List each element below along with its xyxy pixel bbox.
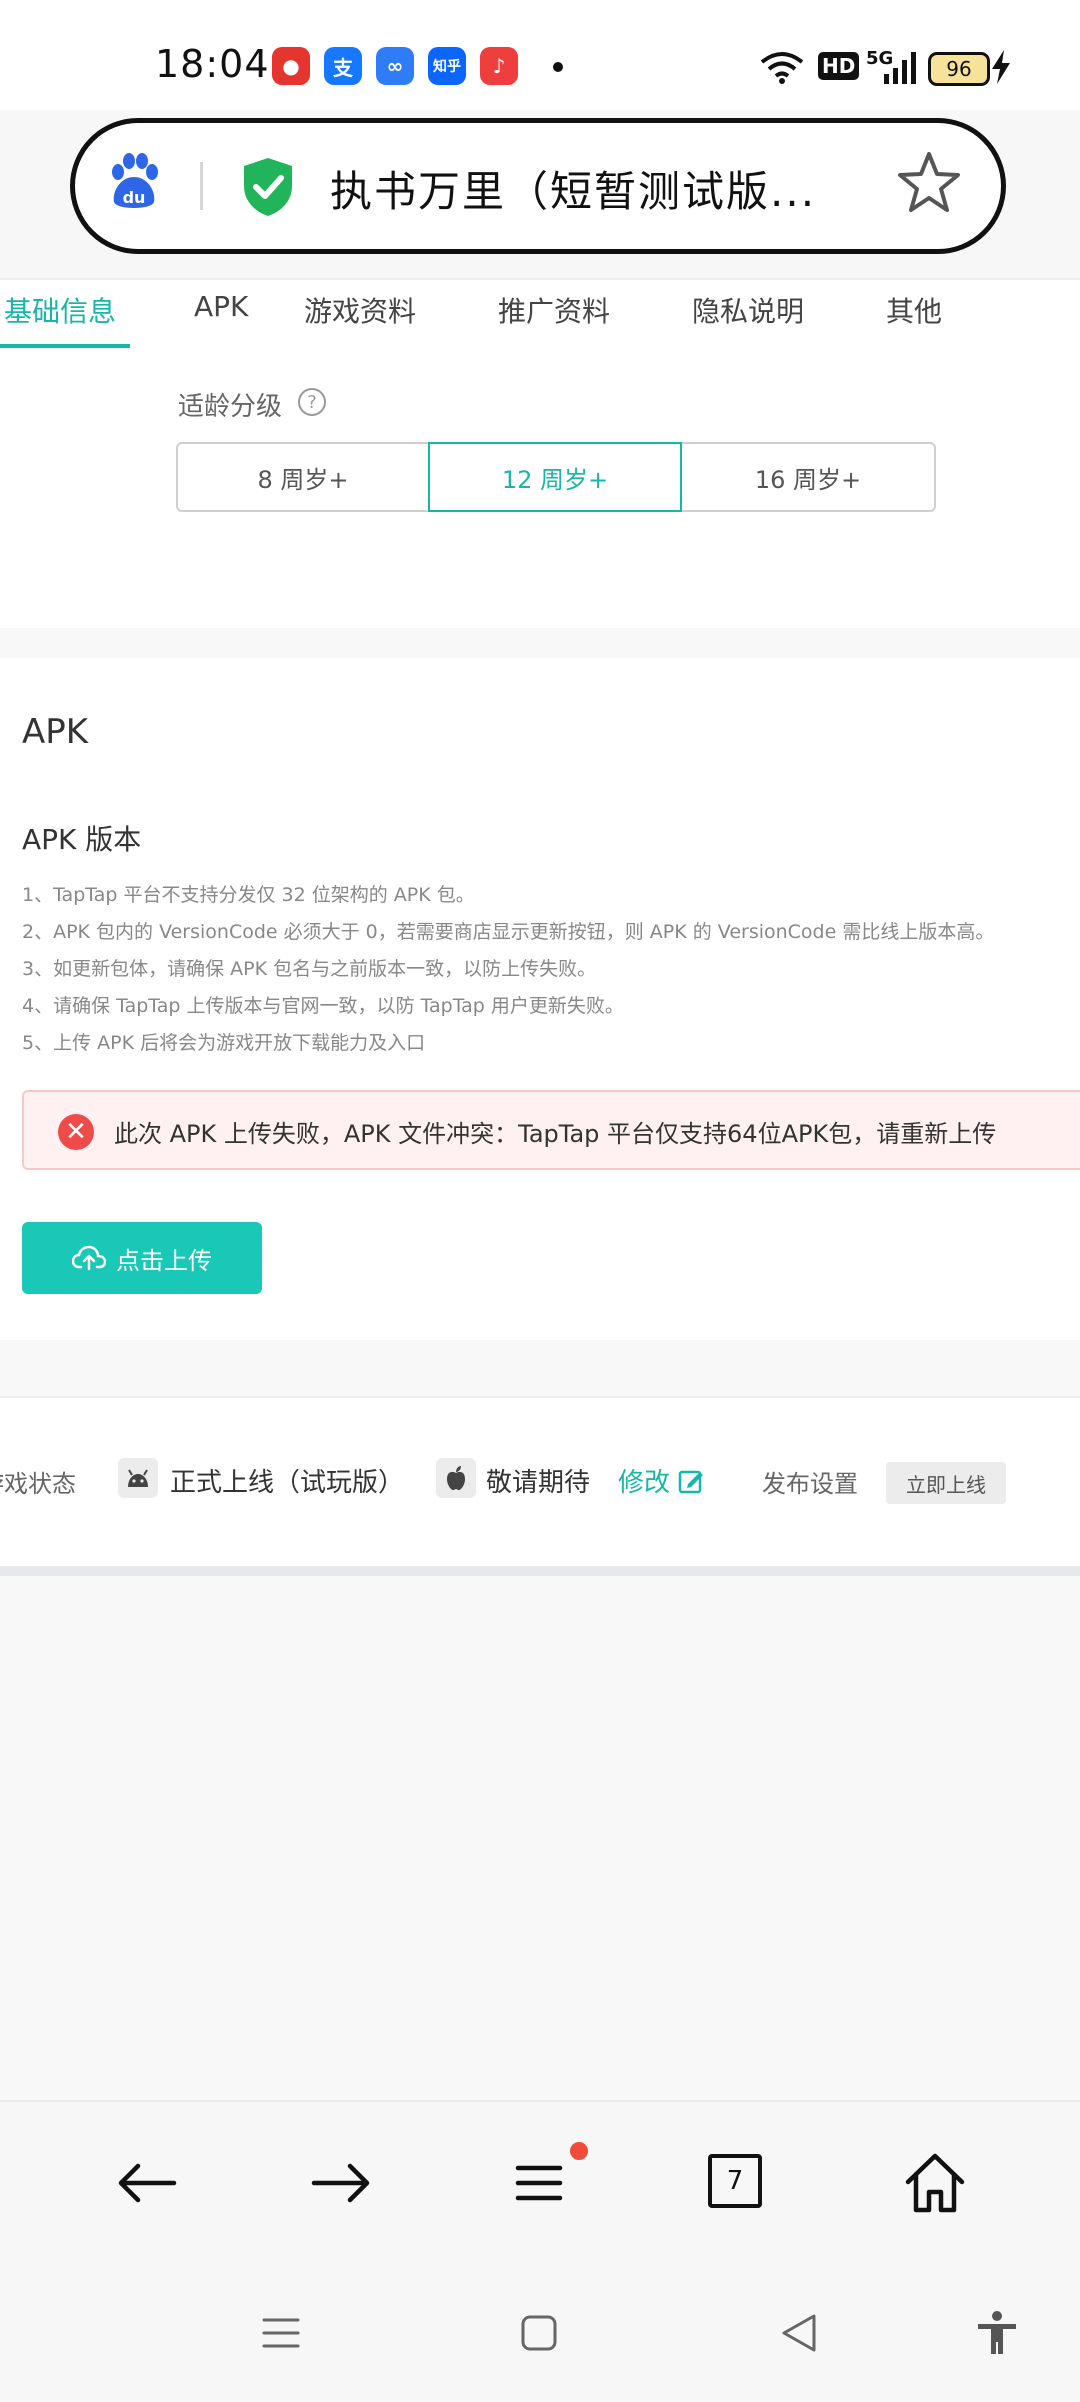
age-option-8[interactable]: 8 周岁+: [176, 442, 430, 512]
age-rating-label: 适龄分级: [178, 392, 283, 422]
upload-error-message: 此次 APK 上传失败，APK 文件冲突：TapTap 平台仅支持64位APK包…: [114, 1120, 997, 1148]
baidu-logo-icon[interactable]: du: [104, 152, 164, 212]
tab-game-materials[interactable]: 游戏资料: [304, 290, 416, 330]
tab-count-button[interactable]: 7: [708, 2154, 762, 2208]
publish-now-button[interactable]: 立即上线: [886, 1462, 1006, 1504]
apk-version-title: APK 版本: [22, 823, 142, 856]
accessibility-icon[interactable]: [974, 2310, 1020, 2356]
publish-settings-label: 发布设置: [762, 1470, 858, 1498]
tab-basic-info[interactable]: 基础信息: [4, 290, 116, 330]
wifi-icon: [760, 52, 804, 84]
svg-text:du: du: [123, 188, 146, 207]
edit-icon: [678, 1470, 704, 1493]
status-time: 18:04: [155, 42, 270, 86]
error-icon: ✕: [58, 1114, 94, 1150]
address-divider: [200, 162, 203, 210]
tab-privacy[interactable]: 隐私说明: [692, 290, 804, 330]
tab-promo-materials[interactable]: 推广资料: [498, 290, 610, 330]
help-icon[interactable]: ?: [298, 388, 326, 416]
infinity-app-icon: ∞: [376, 47, 414, 85]
cloud-upload-icon: [72, 1245, 106, 1271]
ios-status-value: 敬请期待: [486, 1468, 591, 1498]
age-option-12[interactable]: 12 周岁+: [428, 442, 682, 512]
game-status-label: 游戏状态: [0, 1470, 76, 1498]
android-status-value: 正式上线（试玩版）: [170, 1468, 405, 1498]
section-separator: [0, 1566, 1080, 1576]
tab-apk[interactable]: APK: [194, 290, 248, 323]
edit-status-link[interactable]: 修改: [618, 1462, 704, 1499]
system-back-icon[interactable]: [776, 2310, 822, 2356]
forward-arrow-icon[interactable]: [306, 2148, 376, 2218]
upload-button-label: 点击上传: [116, 1246, 212, 1275]
apk-note-4: 4、请确保 TapTap 上传版本与官网一致，以防 TapTap 用户更新失败。: [22, 995, 624, 1017]
red-mascot-icon: ●: [272, 47, 310, 85]
upload-button[interactable]: 点击上传: [22, 1222, 262, 1294]
system-home-icon[interactable]: [516, 2310, 562, 2356]
security-shield-icon: [244, 158, 292, 216]
signal-icon: [884, 52, 916, 84]
apk-note-5: 5、上传 APK 后将会为游戏开放下载能力及入口: [22, 1032, 426, 1054]
page-title[interactable]: 执书万里（短暂测试版...: [330, 158, 816, 219]
charging-icon: [992, 50, 1010, 84]
active-tab-indicator: [0, 344, 130, 348]
alipay-icon: 支: [324, 47, 362, 85]
apple-icon: [436, 1458, 476, 1498]
apk-section-title: APK: [22, 712, 89, 752]
notification-dot: [553, 62, 563, 72]
tab-other[interactable]: 其他: [886, 290, 942, 330]
music-icon: ♪: [480, 47, 518, 85]
android-icon: [118, 1458, 158, 1498]
home-icon[interactable]: [900, 2148, 970, 2218]
age-option-16[interactable]: 16 周岁+: [680, 442, 936, 512]
menu-icon[interactable]: [504, 2148, 574, 2218]
back-arrow-icon[interactable]: [112, 2148, 182, 2218]
bookmark-star-icon[interactable]: [896, 150, 962, 216]
hd-icon: HD: [818, 52, 860, 80]
browser-bottom-bar: [0, 2100, 1080, 2402]
apk-note-3: 3、如更新包体，请确保 APK 包名与之前版本一致，以防上传失败。: [22, 958, 597, 980]
menu-notification-badge: [570, 2142, 588, 2160]
apk-note-1: 1、TapTap 平台不支持分发仅 32 位架构的 APK 包。: [22, 884, 475, 906]
edit-label: 修改: [618, 1468, 671, 1498]
battery-icon: 96: [928, 52, 990, 86]
apk-note-2: 2、APK 包内的 VersionCode 必须大于 0，若需要商店显示更新按钮…: [22, 921, 995, 943]
system-menu-icon[interactable]: [258, 2310, 304, 2356]
zhihu-icon: 知乎: [428, 47, 466, 85]
